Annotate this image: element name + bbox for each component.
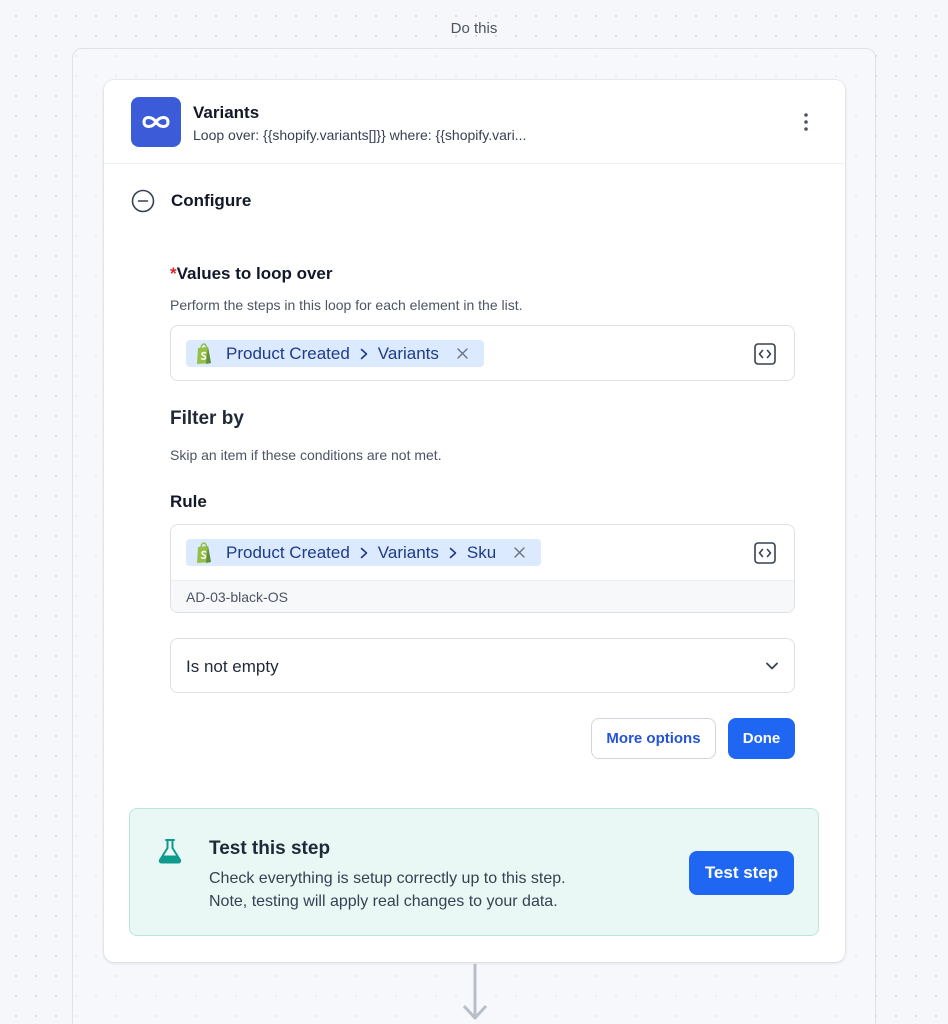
condition-selected-value: Is not empty [186,657,279,676]
shopify-icon [197,541,211,563]
data-pill-variants[interactable]: Product Created Variants [186,340,484,367]
arrow-down-icon [462,964,488,1020]
data-pill-sku[interactable]: Product Created Variants Sku [186,539,542,566]
close-icon[interactable] [457,348,468,359]
required-marker: * [170,264,177,283]
pill-segment: Variants [377,542,439,562]
test-step-warning: Note, testing will apply real changes to… [209,893,558,910]
canvas-label: Do this [450,20,498,37]
pill-segment: Sku [466,542,497,562]
step-subtitle: Loop over: {{shopify.variants[]}} where:… [193,127,527,143]
shopify-icon [197,342,211,364]
rule-value-preview: AD-03-black-OS [171,580,794,612]
more-vertical-icon[interactable] [796,110,816,134]
close-icon[interactable] [514,547,525,558]
condition-select[interactable]: Is not empty [170,638,795,693]
flask-icon [158,839,182,864]
done-button[interactable]: Done [728,718,795,759]
pill-segment: Variants [377,343,439,363]
rule-label: Rule [170,492,207,511]
code-icon[interactable] [754,343,776,365]
loop-icon [131,97,181,147]
pill-segment: Product Created [226,542,350,562]
values-to-loop-label: *Values to loop over [170,264,333,283]
step-card: Variants Loop over: {{shopify.variants[]… [104,80,845,962]
step-title: Variants [193,103,260,122]
chevron-down-icon [766,662,778,670]
chevron-right-icon [360,348,368,360]
filter-by-title: Filter by [170,408,244,429]
configure-section-toggle[interactable]: Configure [131,188,251,214]
more-options-button[interactable]: More options [591,718,716,759]
test-step-title: Test this step [209,838,331,859]
filter-by-help: Skip an item if these conditions are not… [170,447,442,463]
chevron-right-icon [360,547,368,559]
test-step-panel: Test this step Check everything is setup… [129,808,819,936]
test-step-description: Check everything is setup correctly up t… [209,870,566,887]
step-header[interactable]: Variants Loop over: {{shopify.variants[]… [104,80,845,164]
rule-input[interactable]: Product Created Variants Sku AD-03-black… [170,524,795,613]
pill-segment: Product Created [226,343,350,363]
values-to-loop-help: Perform the steps in this loop for each … [170,297,523,313]
code-icon[interactable] [754,542,776,564]
chevron-right-icon [449,547,457,559]
collapse-circle-icon[interactable] [131,189,155,213]
test-step-button[interactable]: Test step [689,851,794,895]
configure-label: Configure [171,191,252,210]
values-to-loop-input[interactable]: Product Created Variants [170,325,795,381]
